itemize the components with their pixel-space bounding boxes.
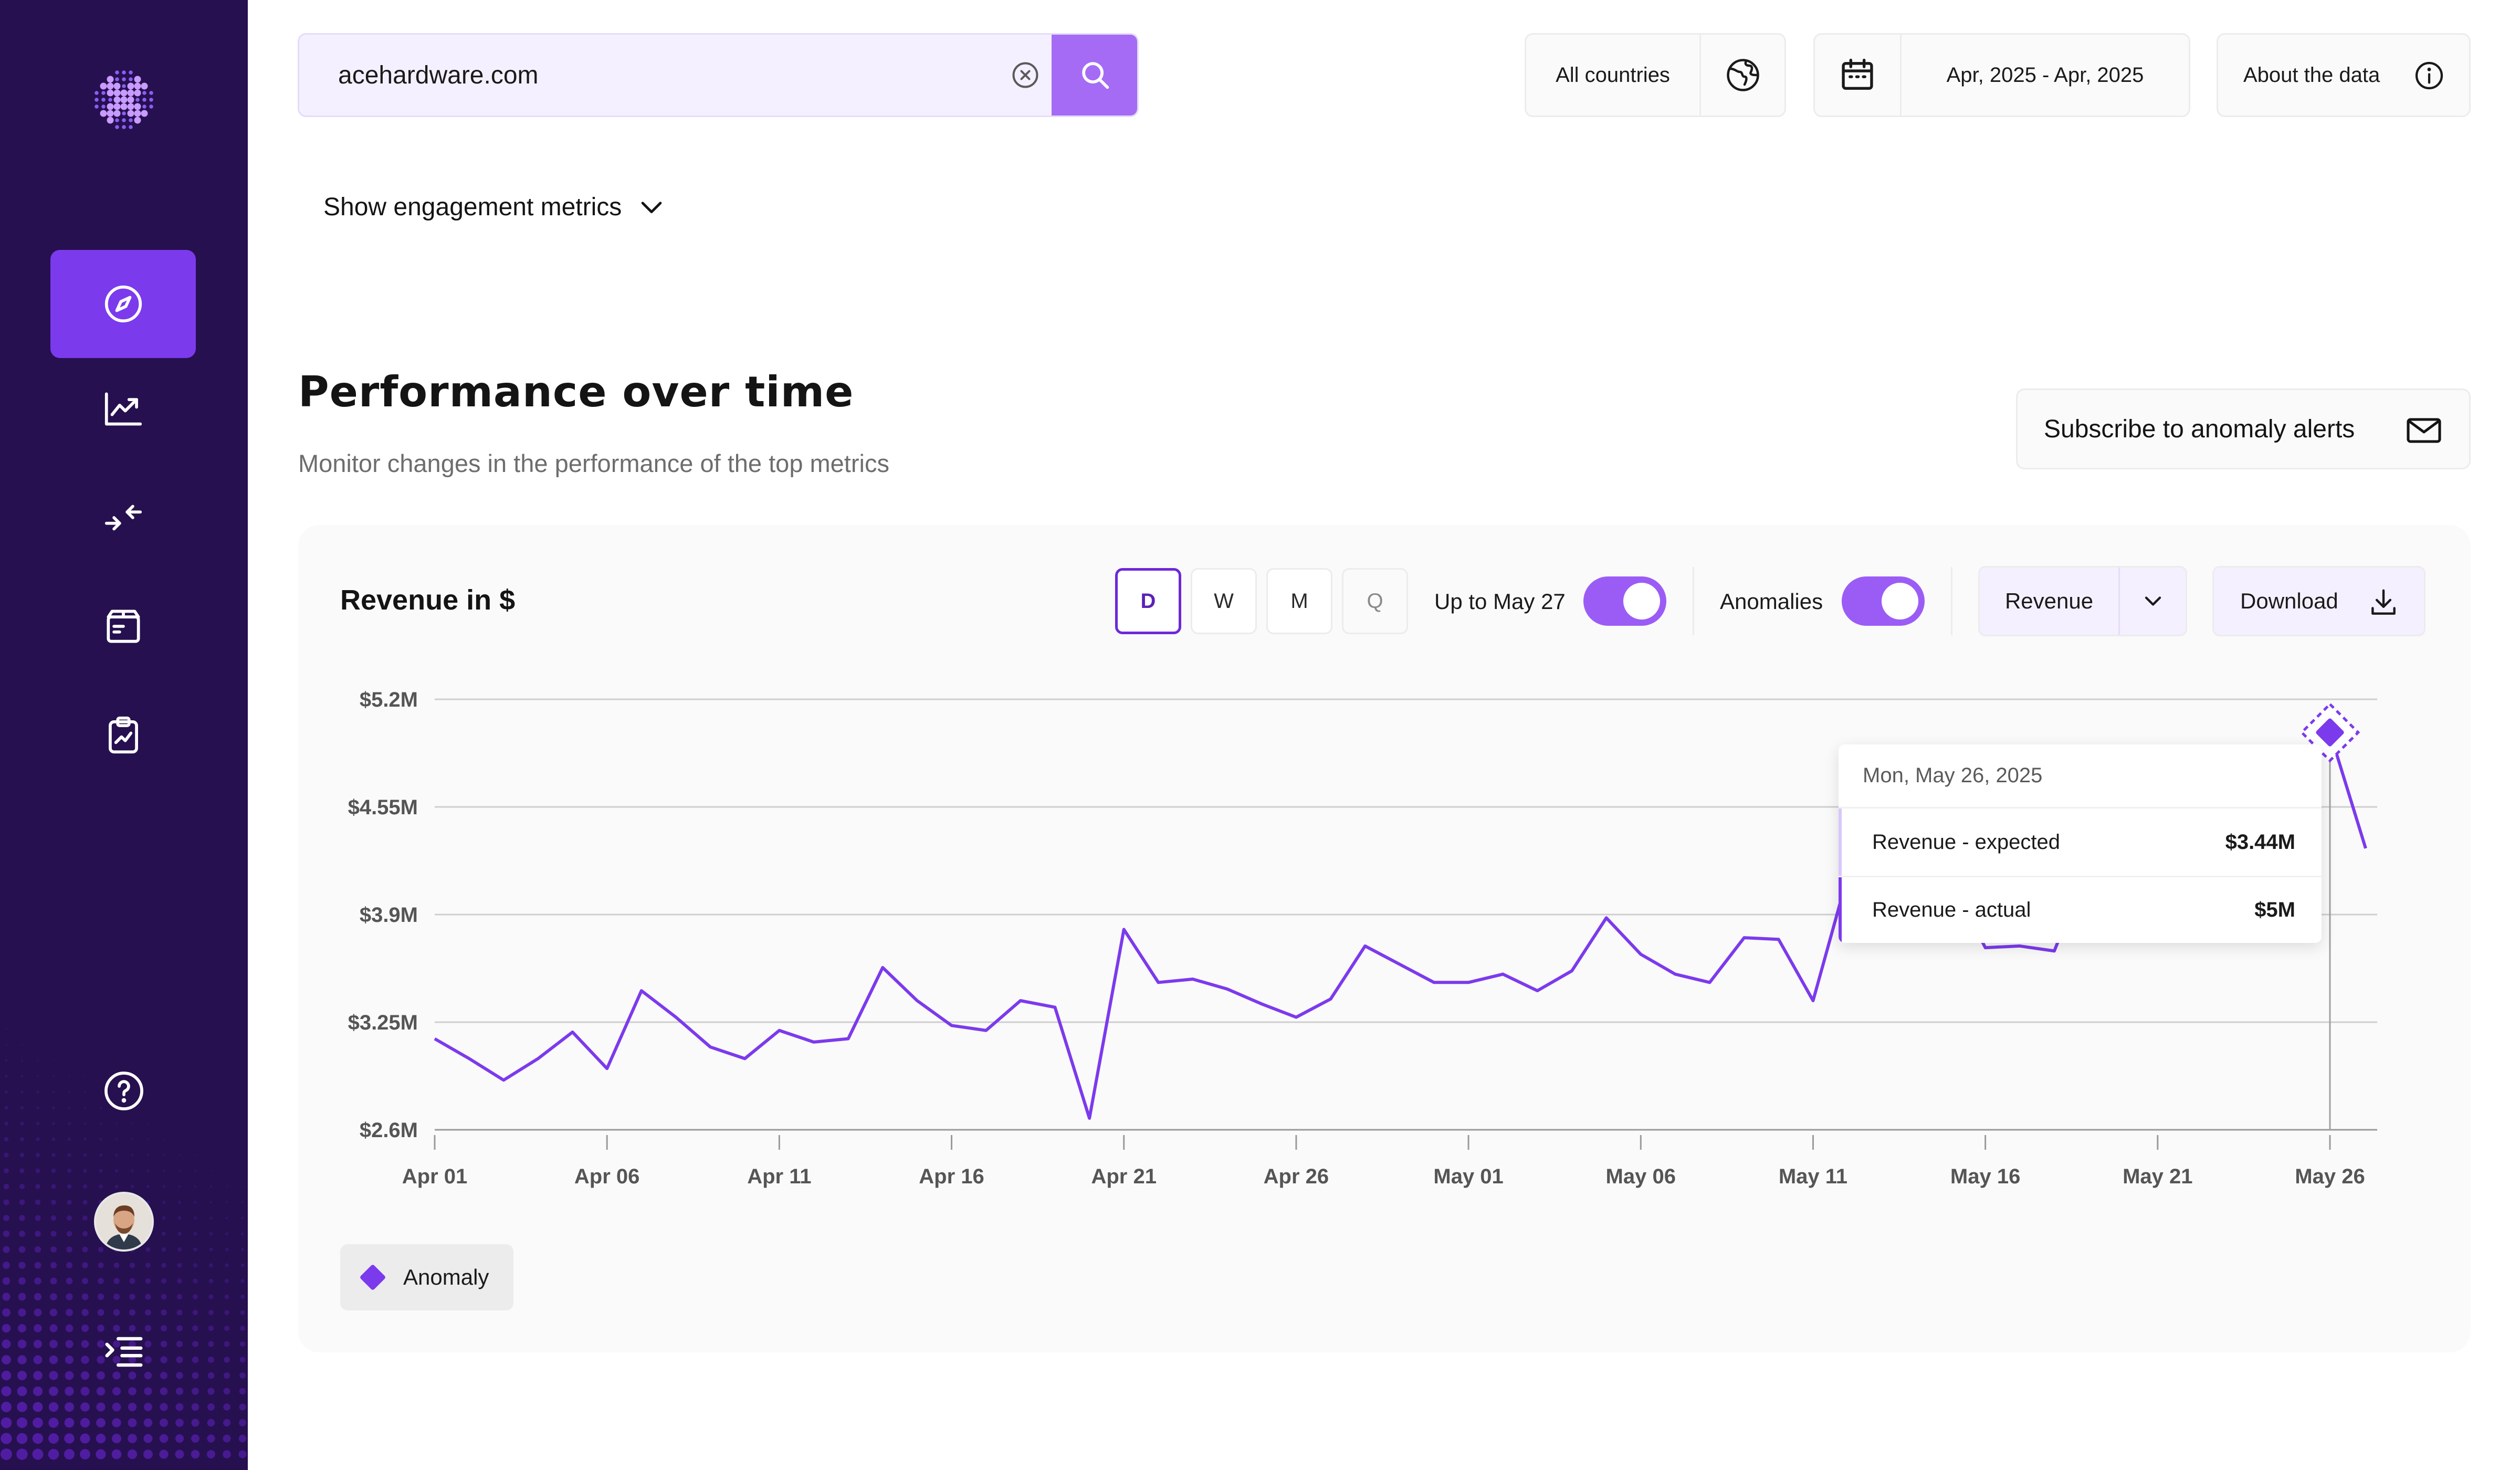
y-tick-label: $5.2M xyxy=(360,688,418,711)
expand-menu-button[interactable] xyxy=(0,1329,248,1374)
revenue-chart-card: Revenue in $ D W M Q Up to May 27 Anomal… xyxy=(298,525,2471,1352)
chart-tooltip: Mon, May 26, 2025 Revenue - expected $3.… xyxy=(1839,744,2322,943)
x-tick-label: May 21 xyxy=(2123,1165,2192,1188)
legend-anomaly-label: Anomaly xyxy=(403,1265,489,1289)
nav-products[interactable] xyxy=(50,572,196,680)
section-title: Performance over time xyxy=(298,368,854,416)
y-tick-label: $4.55M xyxy=(348,796,418,819)
clipboard-chart-icon xyxy=(108,716,138,754)
y-tick-label: $2.6M xyxy=(360,1119,418,1142)
help-button[interactable] xyxy=(0,1068,248,1114)
nav-reports[interactable] xyxy=(50,681,196,789)
clear-icon xyxy=(1012,62,1038,88)
nav-compare[interactable] xyxy=(50,464,196,572)
tooltip-date: Mon, May 26, 2025 xyxy=(1839,744,2322,808)
domain-search xyxy=(298,33,1139,117)
tooltip-expected-value: $3.44M xyxy=(2225,830,2295,854)
search-input[interactable] xyxy=(299,35,999,116)
info-icon xyxy=(2415,61,2443,90)
search-button[interactable] xyxy=(1052,35,1137,116)
subscribe-label: Subscribe to anomaly alerts xyxy=(2044,415,2355,443)
app-logo-icon[interactable] xyxy=(90,66,158,136)
section-subtitle: Monitor changes in the performance of th… xyxy=(298,449,889,477)
date-range-label: Apr, 2025 - Apr, 2025 xyxy=(1946,63,2144,87)
tooltip-row-actual: Revenue - actual $5M xyxy=(1839,876,2322,943)
x-tick-label: Apr 26 xyxy=(1264,1165,1329,1188)
trend-chart-icon xyxy=(104,392,142,426)
compare-arrows-icon xyxy=(104,505,142,531)
user-avatar-button[interactable] xyxy=(0,1192,248,1252)
tooltip-expected-label: Revenue - expected xyxy=(1872,830,2061,854)
x-tick-label: May 26 xyxy=(2295,1165,2365,1188)
x-tick-label: May 01 xyxy=(1433,1165,1503,1188)
x-tick-label: Apr 21 xyxy=(1091,1165,1157,1188)
anomaly-diamond-icon xyxy=(359,1264,386,1291)
search-icon xyxy=(1082,62,1109,89)
subscribe-anomaly-alerts-button[interactable]: Subscribe to anomaly alerts xyxy=(2016,388,2471,469)
chevron-down-icon xyxy=(641,202,662,214)
sidebar xyxy=(0,0,248,1470)
x-tick-label: Apr 11 xyxy=(747,1165,811,1188)
legend-anomaly[interactable]: Anomaly xyxy=(340,1244,513,1310)
mail-icon xyxy=(2407,418,2441,443)
compass-icon xyxy=(104,285,142,323)
globe-icon xyxy=(1726,59,1759,91)
tooltip-row-expected: Revenue - expected $3.44M xyxy=(1839,808,2322,876)
engagement-label: Show engagement metrics xyxy=(323,193,622,221)
tooltip-actual-label: Revenue - actual xyxy=(1872,898,2031,921)
y-tick-label: $3.9M xyxy=(360,904,418,927)
country-label: All countries xyxy=(1556,63,1670,87)
x-tick-label: May 11 xyxy=(1779,1165,1847,1188)
help-circle-icon xyxy=(104,1072,143,1110)
x-tick-label: May 16 xyxy=(1950,1165,2020,1188)
nav-trends[interactable] xyxy=(50,355,196,463)
show-engagement-metrics-toggle[interactable]: Show engagement metrics xyxy=(323,192,667,222)
x-tick-label: Apr 06 xyxy=(574,1165,640,1188)
tooltip-actual-value: $5M xyxy=(2254,898,2295,921)
avatar xyxy=(94,1192,154,1252)
country-selector[interactable]: All countries xyxy=(1525,33,1786,117)
about-data-button[interactable]: About the data xyxy=(2217,33,2471,117)
y-tick-label: $3.25M xyxy=(348,1011,418,1034)
x-tick-label: Apr 16 xyxy=(919,1165,984,1188)
about-data-label: About the data xyxy=(2243,63,2380,87)
nav-explore[interactable] xyxy=(50,250,196,358)
package-icon xyxy=(106,610,140,643)
date-range-selector[interactable]: Apr, 2025 - Apr, 2025 xyxy=(1813,33,2190,117)
menu-expand-icon xyxy=(105,1337,143,1367)
x-tick-label: Apr 01 xyxy=(402,1165,468,1188)
x-tick-label: May 06 xyxy=(1606,1165,1676,1188)
clear-search-button[interactable] xyxy=(999,35,1052,116)
calendar-icon xyxy=(1842,58,1873,90)
